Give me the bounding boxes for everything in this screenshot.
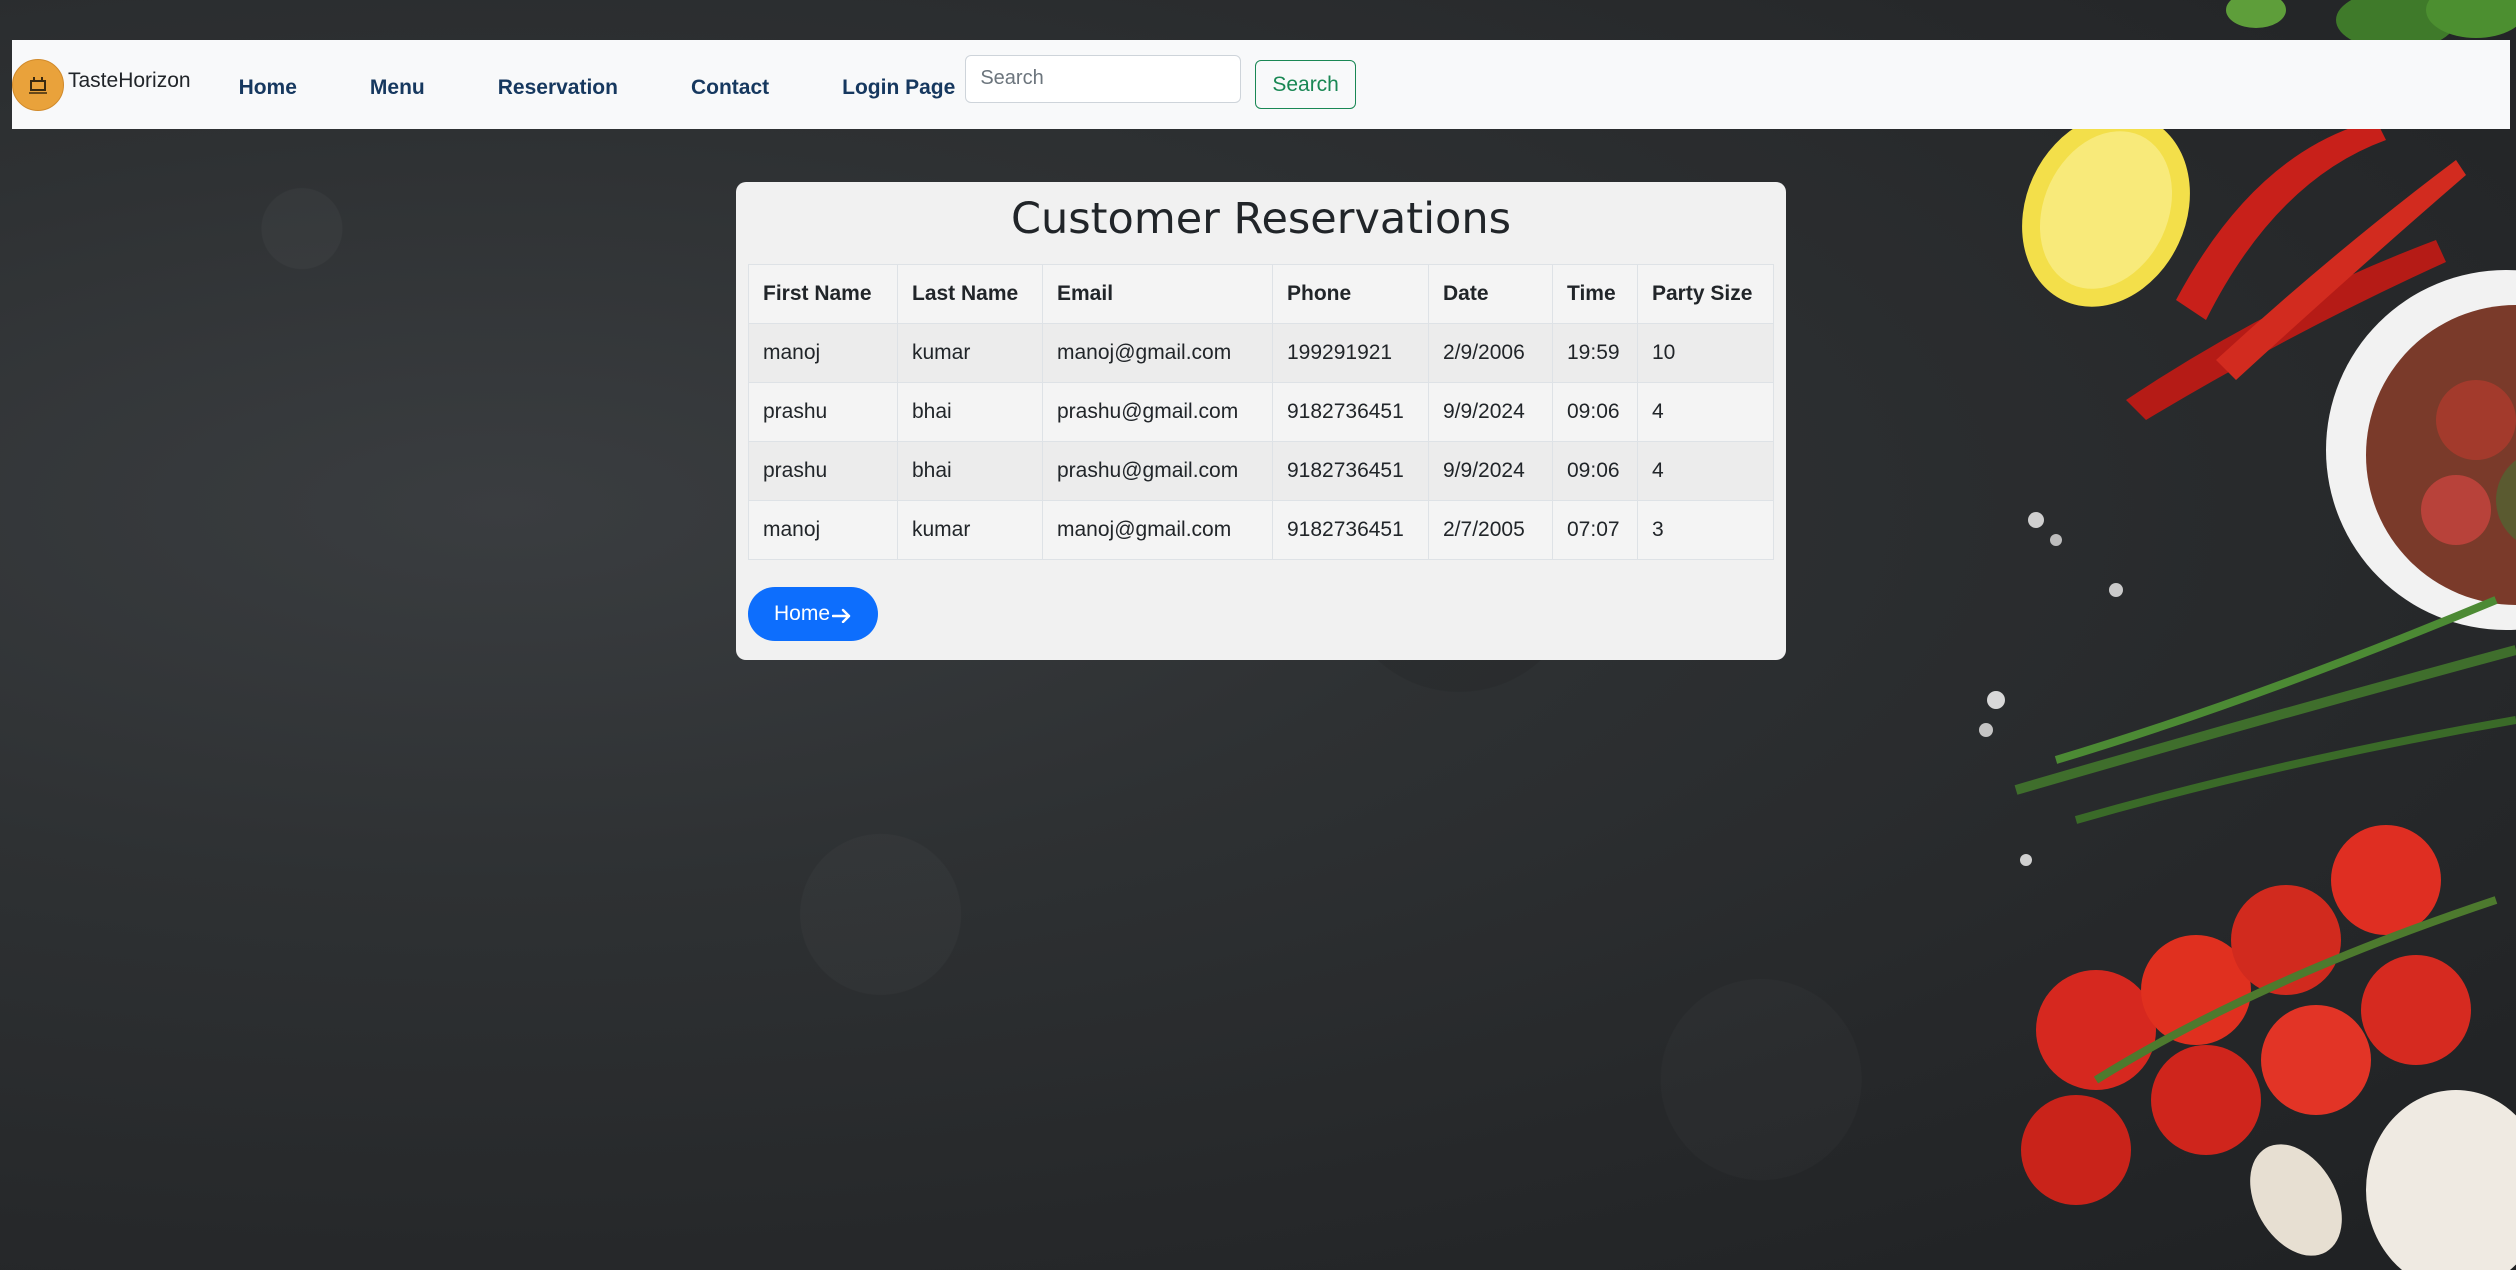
table-row: prashu bhai prashu@gmail.com 9182736451 … xyxy=(748,441,1774,501)
home-button[interactable]: Home xyxy=(748,587,879,641)
cell-party-size: 4 xyxy=(1637,382,1774,442)
cell-email: prashu@gmail.com xyxy=(1042,441,1273,501)
restaurant-logo-icon xyxy=(12,58,64,111)
nav-links: Home Menu Reservation Contact Login Page xyxy=(239,70,966,100)
search-input[interactable] xyxy=(965,54,1242,103)
cell-time: 07:07 xyxy=(1552,500,1638,560)
table-row: manoj kumar manoj@gmail.com 199291921 2/… xyxy=(748,323,1774,383)
reservations-card: Customer Reservations First Name Last Na… xyxy=(736,182,1786,660)
cell-phone: 9182736451 xyxy=(1272,441,1429,501)
table-header-row: First Name Last Name Email Phone Date Ti… xyxy=(748,264,1774,324)
cell-last-name: kumar xyxy=(897,323,1043,383)
cell-date: 9/9/2024 xyxy=(1428,382,1553,442)
cell-date: 2/9/2006 xyxy=(1428,323,1553,383)
column-header-party-size: Party Size xyxy=(1637,264,1774,324)
home-button-label: Home xyxy=(774,602,831,625)
cell-last-name: bhai xyxy=(897,441,1043,501)
cell-first-name: prashu xyxy=(748,382,898,442)
nav-link-menu[interactable]: Menu xyxy=(370,76,425,100)
cell-time: 19:59 xyxy=(1552,323,1638,383)
cell-first-name: manoj xyxy=(748,323,898,383)
nav-link-reservation[interactable]: Reservation xyxy=(498,76,618,100)
cell-date: 9/9/2024 xyxy=(1428,441,1553,501)
nav-link-login[interactable]: Login Page xyxy=(842,76,955,100)
search-button[interactable]: Search xyxy=(1255,60,1356,109)
page-title: Customer Reservations xyxy=(1010,194,1512,244)
column-header-last-name: Last Name xyxy=(897,264,1043,324)
column-header-email: Email xyxy=(1042,264,1273,324)
cell-email: prashu@gmail.com xyxy=(1042,382,1273,442)
nav-link-home[interactable]: Home xyxy=(239,76,297,100)
column-header-time: Time xyxy=(1552,264,1638,324)
cell-time: 09:06 xyxy=(1552,441,1638,501)
top-navbar: TasteHorizon Home Menu Reservation Conta… xyxy=(12,40,2510,129)
table-row: manoj kumar manoj@gmail.com 9182736451 2… xyxy=(748,500,1774,560)
cell-last-name: bhai xyxy=(897,382,1043,442)
cell-phone: 9182736451 xyxy=(1272,500,1429,560)
cell-email: manoj@gmail.com xyxy=(1042,323,1273,383)
nav-link-contact[interactable]: Contact xyxy=(691,76,769,100)
cell-first-name: prashu xyxy=(748,441,898,501)
cell-party-size: 3 xyxy=(1637,500,1774,560)
cell-time: 09:06 xyxy=(1552,382,1638,442)
cell-party-size: 4 xyxy=(1637,441,1774,501)
brand[interactable]: TasteHorizon xyxy=(12,58,191,111)
cell-phone: 199291921 xyxy=(1272,323,1429,383)
column-header-date: Date xyxy=(1428,264,1553,324)
arrow-right-icon xyxy=(832,608,851,623)
cell-date: 2/7/2005 xyxy=(1428,500,1553,560)
reservations-table: First Name Last Name Email Phone Date Ti… xyxy=(748,264,1774,560)
cell-email: manoj@gmail.com xyxy=(1042,500,1273,560)
cell-phone: 9182736451 xyxy=(1272,382,1429,442)
cell-first-name: manoj xyxy=(748,500,898,560)
brand-name: TasteHorizon xyxy=(68,68,191,92)
cell-last-name: kumar xyxy=(897,500,1043,560)
cell-party-size: 10 xyxy=(1637,323,1774,383)
column-header-phone: Phone xyxy=(1272,264,1429,324)
column-header-first-name: First Name xyxy=(748,264,898,324)
table-row: prashu bhai prashu@gmail.com 9182736451 … xyxy=(748,382,1774,442)
